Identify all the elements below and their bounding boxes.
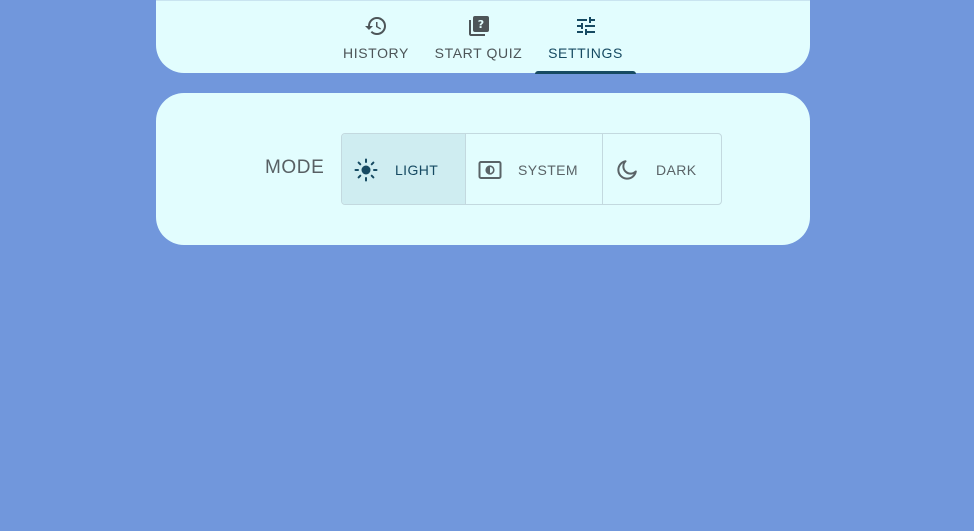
mode-dark-label: DARK [656, 162, 697, 178]
sun-icon [354, 158, 378, 182]
mode-toggle-group: LIGHT SYSTEM DARK [341, 133, 722, 205]
tab-start-quiz-label: START QUIZ [434, 45, 523, 61]
mode-dark-button[interactable]: DARK [602, 134, 721, 204]
top-nav: HISTORY ? START QUIZ SETTINGS [156, 0, 810, 74]
tab-settings[interactable]: SETTINGS [535, 1, 636, 74]
mode-label: MODE [265, 157, 325, 178]
svg-text:?: ? [477, 18, 483, 31]
settings-card: MODE LIGHT SYSTEM DARK [156, 93, 810, 245]
active-tab-indicator [535, 71, 636, 74]
tab-start-quiz[interactable]: ? START QUIZ [426, 1, 531, 74]
history-icon [365, 17, 386, 36]
moon-icon [617, 160, 637, 180]
mode-light-button[interactable]: LIGHT [342, 134, 465, 204]
contrast-icon [478, 161, 502, 179]
tab-history[interactable]: HISTORY [334, 1, 418, 74]
tab-settings-label: SETTINGS [548, 45, 623, 61]
tune-icon [576, 17, 595, 35]
quiz-icon: ? [468, 16, 489, 36]
mode-light-label: LIGHT [395, 162, 439, 178]
mode-system-label: SYSTEM [518, 162, 578, 178]
mode-system-button[interactable]: SYSTEM [465, 134, 602, 204]
tab-history-label: HISTORY [343, 45, 409, 61]
